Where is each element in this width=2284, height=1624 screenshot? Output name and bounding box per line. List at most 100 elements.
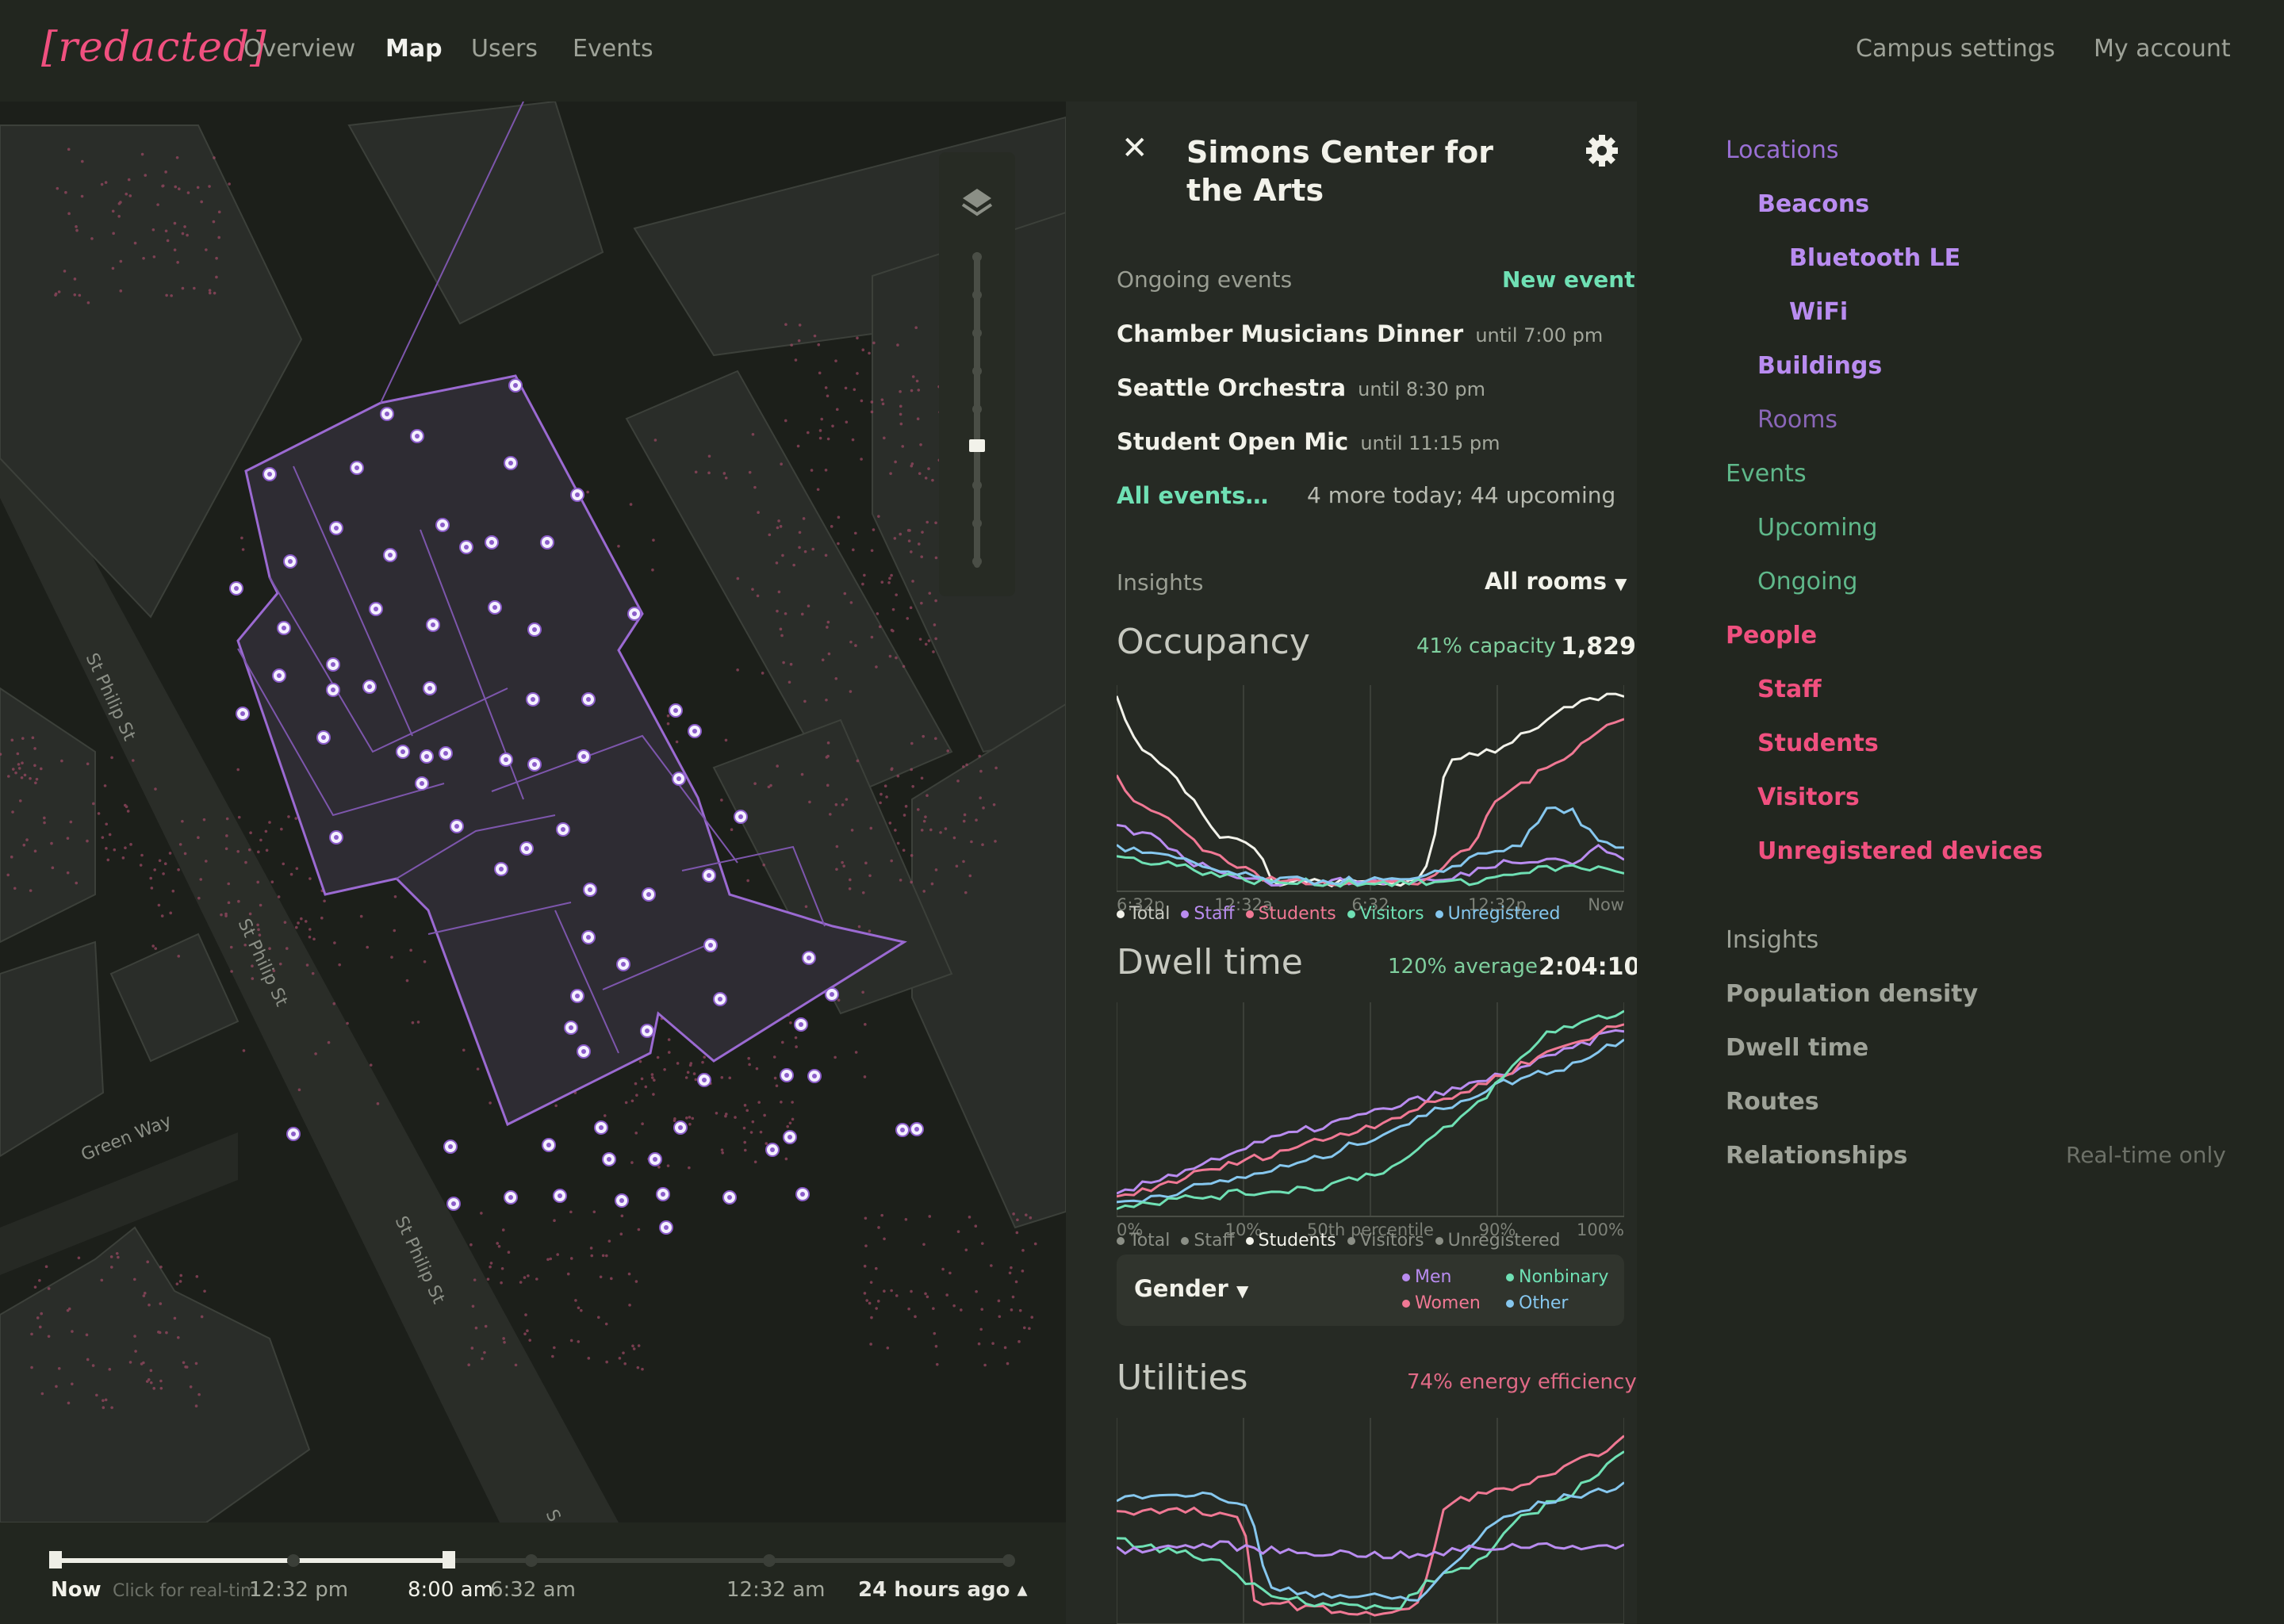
beacon-marker[interactable] — [722, 1190, 737, 1205]
legend-item[interactable]: Students — [1245, 904, 1336, 924]
beacon-marker[interactable] — [435, 518, 450, 532]
timeline[interactable]: Now Click for real-time 12:32 pm 8:00 am… — [0, 1522, 1066, 1624]
rooms-select[interactable]: All rooms ▼ — [1485, 568, 1627, 595]
beacon-marker[interactable] — [286, 1127, 301, 1141]
nav-campus-settings[interactable]: Campus settings — [1856, 35, 2055, 63]
sidebar-item-rooms[interactable]: Rooms — [1757, 406, 1838, 434]
beacon-marker[interactable] — [508, 378, 523, 393]
timeline-range-select[interactable]: 24 hours ago ▴ — [858, 1578, 1028, 1602]
beacon-marker[interactable] — [526, 692, 540, 707]
event-row[interactable]: Student Open Mic until 11:15 pm — [1117, 428, 1500, 455]
beacon-marker[interactable] — [734, 810, 748, 824]
sidebar-item-routes[interactable]: Routes — [1726, 1088, 1819, 1116]
occupancy-chart[interactable]: 6:32p 12:32a 6:32 12:32p Now — [1115, 685, 1625, 915]
layers-icon[interactable] — [961, 189, 993, 216]
beacon-marker[interactable] — [410, 429, 424, 443]
close-icon[interactable]: ✕ — [1121, 130, 1148, 167]
layer-slider-handle[interactable] — [969, 439, 985, 452]
beacon-marker[interactable] — [659, 1220, 673, 1235]
beacon-marker[interactable] — [383, 548, 397, 562]
beacon-marker[interactable] — [910, 1122, 924, 1136]
beacon-marker[interactable] — [577, 749, 591, 764]
beacon-marker[interactable] — [570, 488, 584, 502]
sidebar-item-locations[interactable]: Locations — [1726, 136, 1839, 164]
timeline-handle-start[interactable] — [443, 1551, 455, 1568]
beacon-marker[interactable] — [702, 868, 716, 883]
beacon-marker[interactable] — [423, 681, 437, 695]
sidebar-item-visitors[interactable]: Visitors — [1757, 783, 1860, 811]
beacon-marker[interactable] — [415, 776, 429, 791]
beacon-marker[interactable] — [627, 607, 642, 621]
nav-events[interactable]: Events — [573, 35, 653, 63]
beacon-marker[interactable] — [703, 938, 718, 952]
beacon-marker[interactable] — [426, 618, 440, 632]
legend-item[interactable]: Visitors — [1347, 904, 1424, 924]
sidebar-item-density[interactable]: Population density — [1726, 980, 1978, 1008]
beacon-marker[interactable] — [450, 819, 464, 833]
beacon-marker[interactable] — [519, 841, 534, 856]
beacon-marker[interactable] — [446, 1197, 461, 1211]
beacon-marker[interactable] — [556, 822, 570, 837]
sidebar-item-unregistered[interactable]: Unregistered devices — [1757, 837, 2043, 865]
beacon-marker[interactable] — [807, 1069, 822, 1083]
beacon-marker[interactable] — [802, 951, 816, 965]
beacon-marker[interactable] — [396, 745, 410, 759]
legend-item[interactable]: Staff — [1181, 904, 1235, 924]
nav-map[interactable]: Map — [385, 35, 443, 63]
legend-item[interactable]: Total — [1117, 904, 1170, 924]
beacon-marker[interactable] — [783, 1130, 797, 1144]
beacon-marker[interactable] — [825, 987, 839, 1002]
legend-item[interactable]: Staff — [1181, 1231, 1235, 1251]
beacon-marker[interactable] — [540, 535, 554, 550]
gender-select[interactable]: Gender ▼ — [1134, 1275, 1248, 1302]
sidebar-item-relationships[interactable]: Relationships — [1726, 1142, 1907, 1170]
beacon-marker[interactable] — [283, 554, 297, 569]
beacon-marker[interactable] — [443, 1139, 458, 1154]
sidebar-item-events[interactable]: Events — [1726, 460, 1807, 488]
sidebar-item-staff[interactable]: Staff — [1757, 676, 1822, 703]
legend-item[interactable]: Unregistered — [1435, 904, 1560, 924]
beacon-marker[interactable] — [765, 1143, 780, 1157]
sidebar-item-people[interactable]: People — [1726, 622, 1817, 649]
beacon-marker[interactable] — [780, 1068, 794, 1082]
sidebar-item-buildings[interactable]: Buildings — [1757, 352, 1882, 380]
beacon-marker[interactable] — [688, 724, 702, 738]
legend-item[interactable]: Students — [1245, 1231, 1336, 1251]
gear-icon[interactable] — [1585, 133, 1619, 171]
beacon-marker[interactable] — [504, 1190, 518, 1205]
event-row[interactable]: Chamber Musicians Dinner until 7:00 pm — [1117, 320, 1603, 347]
beacon-marker[interactable] — [272, 668, 286, 683]
beacon-marker[interactable] — [326, 683, 340, 697]
beacon-marker[interactable] — [656, 1187, 670, 1201]
beacon-marker[interactable] — [542, 1138, 556, 1152]
beacon-marker[interactable] — [494, 862, 508, 876]
beacon-marker[interactable] — [713, 992, 727, 1006]
beacon-marker[interactable] — [350, 461, 364, 475]
beacon-marker[interactable] — [697, 1073, 711, 1087]
legend-item[interactable]: Visitors — [1347, 1231, 1424, 1251]
all-events-link[interactable]: All events… — [1117, 482, 1268, 509]
beacon-marker[interactable] — [577, 1044, 591, 1059]
beacon-marker[interactable] — [229, 581, 243, 596]
beacon-marker[interactable] — [316, 730, 331, 745]
beacon-marker[interactable] — [616, 957, 630, 971]
beacon-marker[interactable] — [369, 602, 383, 616]
beacon-marker[interactable] — [527, 757, 542, 772]
beacon-marker[interactable] — [648, 1152, 662, 1166]
beacon-marker[interactable] — [640, 1024, 654, 1038]
sidebar-item-dwell[interactable]: Dwell time — [1726, 1034, 1868, 1062]
beacon-marker[interactable] — [602, 1152, 616, 1166]
beacon-marker[interactable] — [329, 830, 343, 845]
beacon-marker[interactable] — [594, 1120, 608, 1135]
beacon-marker[interactable] — [581, 692, 596, 707]
beacon-marker[interactable] — [615, 1193, 629, 1208]
beacon-marker[interactable] — [504, 456, 518, 470]
beacon-marker[interactable] — [669, 703, 683, 718]
beacon-marker[interactable] — [673, 1120, 688, 1135]
beacon-marker[interactable] — [326, 657, 340, 672]
legend-item[interactable]: Total — [1117, 1231, 1170, 1251]
beacon-marker[interactable] — [672, 772, 686, 786]
sidebar-item-bluetooth[interactable]: Bluetooth LE — [1789, 244, 1960, 272]
beacon-marker[interactable] — [420, 749, 434, 764]
beacon-marker[interactable] — [277, 621, 291, 635]
